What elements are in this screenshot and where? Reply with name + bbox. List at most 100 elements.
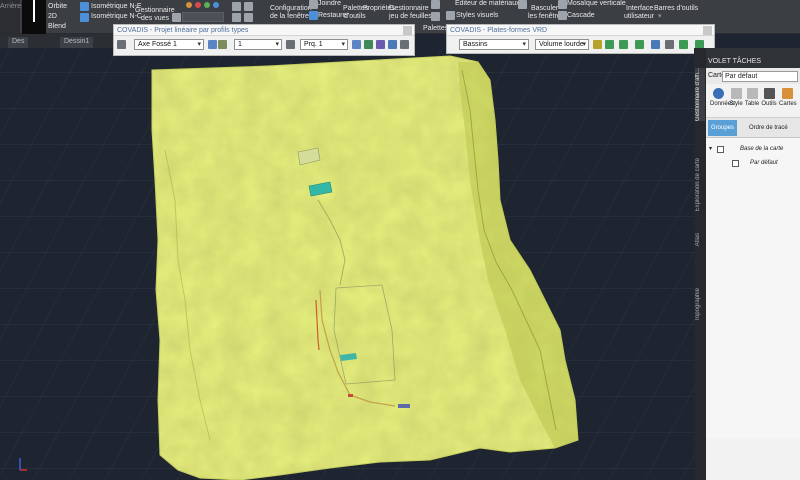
ribbon-config-2[interactable]: de la fenêtre (270, 13, 309, 21)
expand-icon[interactable]: ▾ (709, 145, 712, 152)
slope-icon[interactable] (364, 40, 373, 49)
tool-style[interactable]: Style (728, 88, 744, 107)
palette-icon[interactable] (431, 0, 440, 9)
tool-icon[interactable] (244, 2, 253, 11)
bassins-select[interactable]: Bassins (459, 39, 529, 50)
tool-icon[interactable] (232, 2, 241, 11)
tool-outils[interactable]: Outils (761, 88, 777, 107)
iso-ne-icon (80, 2, 89, 11)
tab-atlas[interactable]: Atlas (695, 233, 705, 246)
database-icon (712, 88, 724, 99)
lock-icon[interactable] (593, 40, 602, 49)
ribbon-palettes-2[interactable]: d'outils (344, 13, 366, 21)
tree-base-carte[interactable]: Base de la carte (740, 146, 783, 152)
close-tile-bar (33, 0, 35, 22)
cascade-icon (558, 11, 567, 20)
tab-doc-2[interactable]: Dessin1 (60, 37, 94, 48)
ribbon-truncated-label: Arrière (0, 3, 22, 10)
ribbon-gest-feuilles-2[interactable]: jeu de feuilles (389, 13, 432, 21)
ribbon-orbite[interactable]: Orbite (48, 3, 67, 11)
ribbon-interface-1[interactable]: Interface (626, 5, 653, 13)
table-icon[interactable] (651, 40, 660, 49)
layer-checkbox[interactable] (717, 146, 724, 153)
color-dot-icon (213, 2, 219, 8)
ribbon-gest-vues-2[interactable]: des vues (141, 15, 169, 23)
settings-icon[interactable] (400, 40, 409, 49)
ribbon-mode-2d[interactable]: 2D (48, 13, 57, 21)
palette-icon[interactable] (431, 12, 440, 21)
tree-par-defaut[interactable]: Par défaut (750, 160, 778, 166)
close-icon[interactable] (703, 26, 712, 35)
platform-icon[interactable] (635, 40, 644, 49)
number-select[interactable]: 1 (234, 39, 282, 50)
edit-icon[interactable] (352, 40, 361, 49)
tool-icon[interactable] (244, 13, 253, 22)
styles-visuels-icon (446, 11, 455, 20)
toolbar-profil-types[interactable]: COVADIS - Projet linéaire par profils ty… (113, 24, 415, 56)
basculer-icon (518, 0, 527, 9)
section-icon[interactable] (218, 40, 227, 49)
ribbon-gest-vues-1[interactable]: Gestionnaire (135, 7, 175, 15)
tool-donnees[interactable]: Données (710, 88, 734, 107)
tab-gestionnaire[interactable]: Gestionnaire d'affi... (695, 68, 705, 122)
close-icon[interactable] (403, 26, 412, 35)
tab-topographie[interactable]: Topographie (695, 288, 705, 321)
toolbar-row: Bassins Volume lourde (447, 36, 714, 53)
carte-select[interactable]: Par défaut (722, 71, 798, 82)
tool-cartes[interactable]: Cartes (779, 88, 797, 107)
ribbon-gest-feuilles-1[interactable]: Gestionnaire (389, 5, 429, 13)
ribbon-barres-outils[interactable]: Barres d'outils (654, 5, 698, 13)
drawing-viewport[interactable] (0, 48, 694, 480)
structure-feature (398, 404, 410, 408)
color-dot-icon (195, 2, 201, 8)
tab-ordre-trace[interactable]: Ordre de tracé (746, 120, 791, 136)
tools-icon (763, 88, 775, 99)
ribbon-joindre[interactable]: Joindre (318, 0, 341, 8)
tool-table[interactable]: Table (744, 88, 760, 107)
volume-select[interactable]: Volume lourde (535, 39, 589, 50)
pane-content: VOLET TÂCHES Carte: Par défaut Données S… (706, 48, 800, 480)
tool-icon[interactable] (232, 13, 241, 22)
ribbon-basculer-1[interactable]: Basculer (531, 5, 558, 13)
color-dot-icon (204, 2, 210, 8)
axe-select[interactable]: Axe Fossé 1 (134, 39, 204, 50)
profil-select[interactable]: Prq. 1 (300, 39, 348, 50)
ribbon-blend-label: Blend (48, 23, 66, 30)
tool-icon[interactable] (665, 40, 674, 49)
tool-label: Outils (761, 101, 777, 107)
ribbon-iso-ne[interactable]: Isométrique N-E (91, 3, 142, 11)
ribbon-editeur-materiaux[interactable]: Éditeur de matériaux (455, 0, 520, 8)
volume-icon[interactable] (376, 40, 385, 49)
ribbon-styles-visuels[interactable]: Styles visuels (456, 12, 498, 20)
toolbar-plates-formes[interactable]: COVADIS - Plates-formes VRD Bassins Volu… (446, 24, 715, 54)
joindre-icon (309, 0, 318, 9)
layer-tree: ▾ Base de la carte Par défaut (706, 138, 800, 438)
layer-checkbox[interactable] (732, 160, 739, 167)
flag-icon[interactable] (679, 40, 688, 49)
profile-icon[interactable] (117, 40, 126, 49)
ribbon-cascade[interactable]: Cascade (567, 12, 595, 20)
visual-style-icon[interactable] (172, 13, 181, 22)
ribbon-mosaique[interactable]: Mosaïque verticale (567, 0, 626, 8)
table-icon[interactable] (388, 40, 397, 49)
platform-icon[interactable] (605, 40, 614, 49)
color-dot-icon (186, 2, 192, 8)
ribbon-palettes-btn[interactable]: Palettes (423, 25, 448, 33)
ribbon-config-1[interactable]: Configuration (270, 5, 312, 13)
platform-icon[interactable] (619, 40, 628, 49)
restaurer-icon (309, 11, 318, 20)
toolbar-title[interactable]: COVADIS - Plates-formes VRD (447, 25, 714, 36)
tab-exploration[interactable]: Exploration de carte (695, 158, 705, 211)
document-tabs: Des Dessin1 (0, 34, 120, 48)
ribbon-field[interactable] (182, 12, 224, 22)
pane-subtabs: Groupes Ordre de tracé (706, 118, 800, 138)
toolbar-title[interactable]: COVADIS - Projet linéaire par profils ty… (114, 25, 414, 36)
grid-icon[interactable] (286, 40, 295, 49)
pane-tools: Données Style Table Outils Cartes (706, 84, 800, 118)
task-pane: Gestionnaire d'affi... Exploration de ca… (694, 48, 800, 480)
tab-doc-1[interactable]: Des (8, 37, 29, 48)
tab-groupes[interactable]: Groupes (708, 120, 738, 136)
edit-icon[interactable] (208, 40, 217, 49)
ribbon-interface-2[interactable]: utilisateur (624, 13, 654, 21)
ribbon-dropdown-arrow[interactable]: ▾ (658, 13, 662, 21)
